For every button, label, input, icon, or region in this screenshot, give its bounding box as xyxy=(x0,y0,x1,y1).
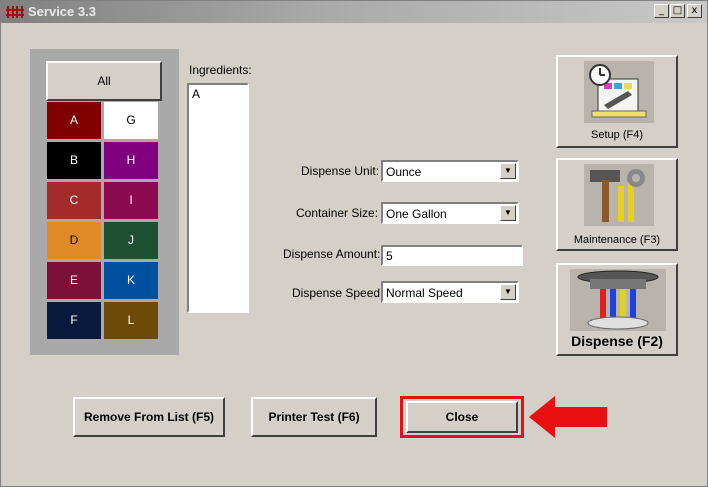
dispense-unit-label: Dispense Unit: xyxy=(301,164,380,178)
dropdown-arrow-icon[interactable]: ▼ xyxy=(500,205,516,221)
container-size-value: One Gallon xyxy=(386,207,447,221)
maintenance-button[interactable]: Maintenance (F3) xyxy=(556,158,678,251)
color-swatch-e[interactable]: E xyxy=(47,262,101,299)
red-arrow-icon xyxy=(529,396,607,438)
dispense-amount-input[interactable]: 5 xyxy=(381,245,523,266)
color-swatch-i[interactable]: I xyxy=(104,182,158,219)
close-window-button[interactable]: x xyxy=(687,4,702,18)
dispense-amount-label: Dispense Amount: xyxy=(283,247,381,261)
ingredients-label: Ingredients: xyxy=(189,63,252,77)
setup-button[interactable]: Setup (F4) xyxy=(556,55,678,148)
color-swatch-d[interactable]: D xyxy=(47,222,101,259)
container-size-label: Container Size: xyxy=(296,206,379,220)
dispense-speed-value: Normal Speed xyxy=(386,286,463,300)
dropdown-arrow-icon[interactable]: ▼ xyxy=(500,284,516,300)
remove-from-list-button[interactable]: Remove From List (F5) xyxy=(73,397,225,437)
color-swatch-l[interactable]: L xyxy=(104,302,158,339)
ingredients-list[interactable]: A xyxy=(187,83,249,313)
maximize-button[interactable]: □ xyxy=(670,4,685,18)
close-button[interactable]: Close xyxy=(406,401,518,433)
title-bar: Service 3.3 _ □ x xyxy=(1,1,707,23)
service-window: Service 3.3 _ □ x All AGBHCIDJEKFL Ingre… xyxy=(0,0,708,487)
color-swatch-b[interactable]: B xyxy=(47,142,101,179)
setup-icon xyxy=(584,61,654,123)
dispense-speed-select[interactable]: Normal Speed ▼ xyxy=(381,281,519,303)
printer-test-button[interactable]: Printer Test (F6) xyxy=(251,397,377,437)
dispense-amount-value: 5 xyxy=(386,249,393,263)
color-swatch-a[interactable]: A xyxy=(47,102,101,139)
dispense-speed-label: Dispense Speed xyxy=(292,286,381,300)
maintenance-label: Maintenance (F3) xyxy=(573,234,661,246)
dispense-unit-value: Ounce xyxy=(386,165,422,179)
color-swatch-j[interactable]: J xyxy=(104,222,158,259)
color-swatch-g[interactable]: G xyxy=(104,102,158,139)
minimize-button[interactable]: _ xyxy=(654,4,669,18)
app-icon xyxy=(6,6,24,18)
dispense-label: Dispense (F2) xyxy=(571,333,663,349)
color-swatch-h[interactable]: H xyxy=(104,142,158,179)
dispenser-icon xyxy=(570,269,666,331)
tools-icon xyxy=(584,164,654,226)
all-colors-button[interactable]: All xyxy=(46,61,162,101)
window-title: Service 3.3 xyxy=(28,4,96,19)
container-size-select[interactable]: One Gallon ▼ xyxy=(381,202,519,224)
color-swatch-c[interactable]: C xyxy=(47,182,101,219)
dropdown-arrow-icon[interactable]: ▼ xyxy=(500,163,516,179)
color-swatch-k[interactable]: K xyxy=(104,262,158,299)
dispense-button[interactable]: Dispense (F2) xyxy=(556,263,678,356)
color-swatch-f[interactable]: F xyxy=(47,302,101,339)
setup-label: Setup (F4) xyxy=(591,129,643,141)
dispense-unit-select[interactable]: Ounce ▼ xyxy=(381,160,519,182)
list-item[interactable]: A xyxy=(192,87,200,101)
